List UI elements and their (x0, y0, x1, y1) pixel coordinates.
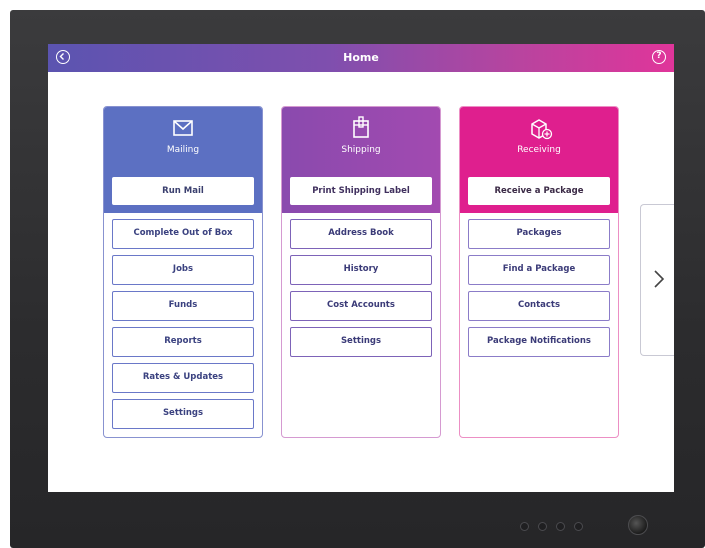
receive-a-package-button[interactable]: Receive a Package (468, 177, 610, 205)
hardware-button[interactable] (574, 522, 583, 531)
top-bar: Home ? (48, 44, 674, 72)
shipping-card-header: Shipping Print Shipping Label (282, 107, 440, 213)
power-button[interactable] (628, 515, 648, 535)
device-screen: Home ? Mailing Run Mail Complete Out of … (48, 44, 674, 492)
rates-updates-button[interactable]: Rates & Updates (112, 363, 254, 393)
shipping-card: Shipping Print Shipping Label Address Bo… (281, 106, 441, 438)
receiving-card-title: Receiving (517, 145, 561, 155)
mailing-card-title: Mailing (166, 145, 200, 155)
cost-accounts-button[interactable]: Cost Accounts (290, 291, 432, 321)
print-shipping-label-button[interactable]: Print Shipping Label (290, 177, 432, 205)
reports-button[interactable]: Reports (112, 327, 254, 357)
mailing-settings-button[interactable]: Settings (112, 399, 254, 429)
mailing-card: Mailing Run Mail Complete Out of Box Job… (103, 106, 263, 438)
hardware-button[interactable] (556, 522, 565, 531)
help-button[interactable]: ? (652, 50, 666, 64)
shipping-settings-button[interactable]: Settings (290, 327, 432, 357)
find-a-package-button[interactable]: Find a Package (468, 255, 610, 285)
package-icon (353, 116, 369, 138)
help-icon: ? (656, 51, 662, 61)
contacts-button[interactable]: Contacts (468, 291, 610, 321)
jobs-button[interactable]: Jobs (112, 255, 254, 285)
mailing-card-header: Mailing Run Mail (104, 107, 262, 213)
chevron-right-icon (654, 270, 665, 288)
funds-button[interactable]: Funds (112, 291, 254, 321)
next-page-button[interactable] (640, 204, 674, 356)
hardware-button[interactable] (520, 522, 529, 531)
history-button[interactable]: History (290, 255, 432, 285)
shipping-card-title: Shipping (341, 145, 381, 155)
address-book-button[interactable]: Address Book (290, 219, 432, 249)
receive-package-icon (531, 119, 553, 140)
envelope-icon (173, 120, 193, 136)
complete-out-of-box-button[interactable]: Complete Out of Box (112, 219, 254, 249)
receiving-card-header: Receiving Receive a Package (460, 107, 618, 213)
run-mail-button[interactable]: Run Mail (112, 177, 254, 205)
package-notifications-button[interactable]: Package Notifications (468, 327, 610, 357)
hardware-button[interactable] (538, 522, 547, 531)
page-title: Home (343, 51, 379, 64)
receiving-card: Receiving Receive a Package Packages Fin… (459, 106, 619, 438)
packages-button[interactable]: Packages (468, 219, 610, 249)
